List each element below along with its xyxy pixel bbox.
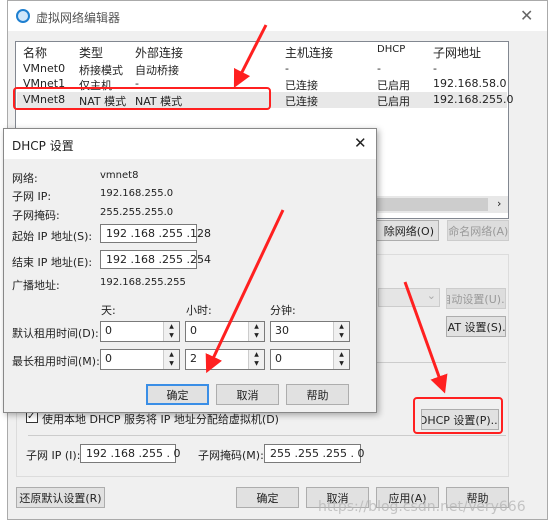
highlight-vmnet8-row	[13, 87, 271, 110]
highlight-dhcp-button	[413, 397, 503, 434]
watermark: https://blog.csdn.net/Very666	[318, 499, 526, 515]
annotation-overlay	[13, 24, 503, 434]
arrow-to-dhcp-button	[403, 281, 448, 394]
arrow-to-vmnet8	[233, 24, 268, 89]
arrow-to-max-lease	[205, 209, 285, 374]
